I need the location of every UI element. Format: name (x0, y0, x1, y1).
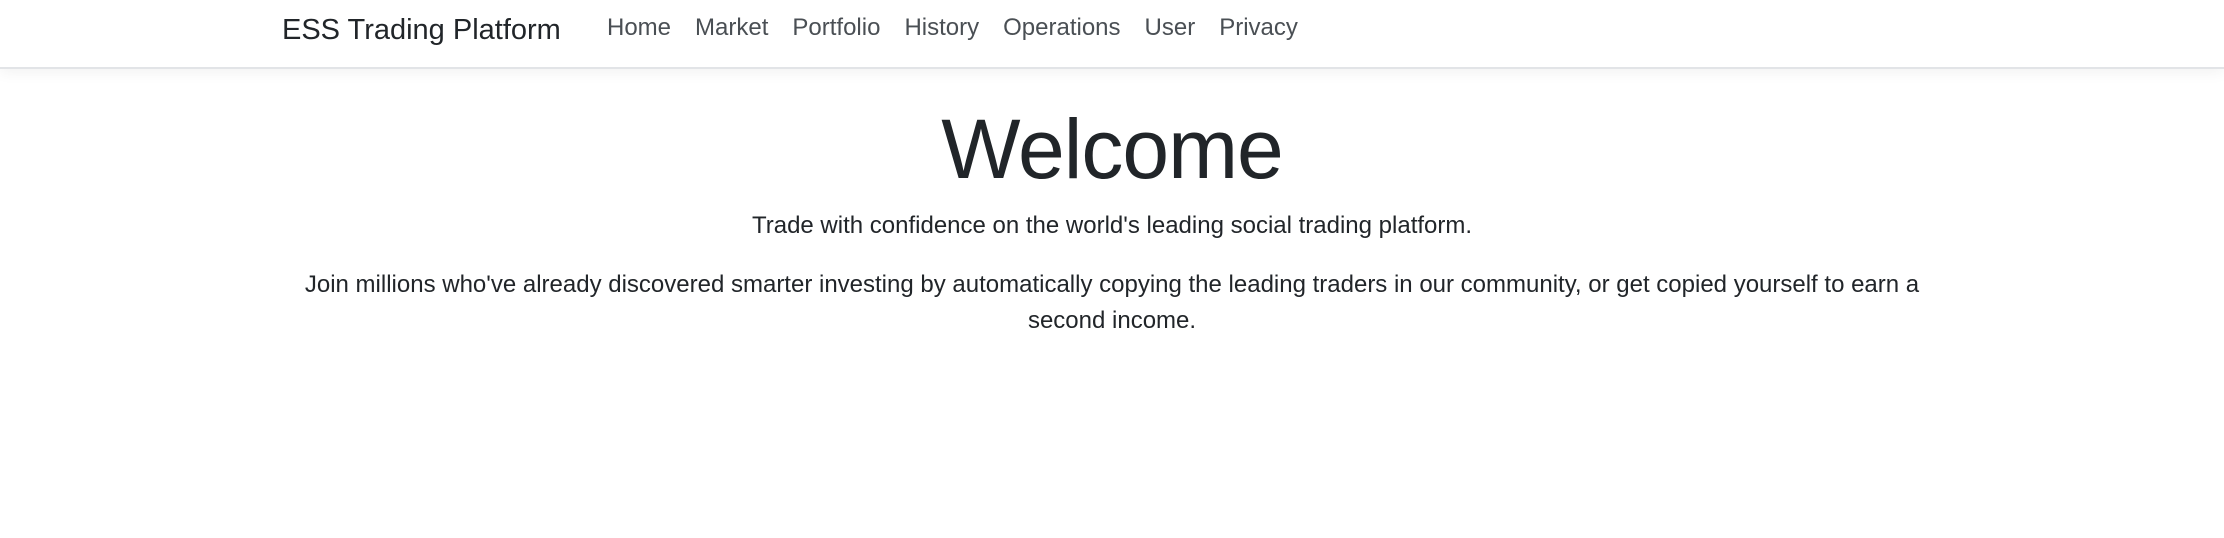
nav-menu: Home Market Portfolio History Operations… (607, 12, 1322, 44)
nav-link-operations[interactable]: Operations (1003, 12, 1120, 44)
brand-link[interactable]: ESS Trading Platform (282, 12, 561, 48)
main-content: Welcome Trade with confidence on the wor… (0, 71, 2224, 339)
nav-link-history[interactable]: History (904, 12, 979, 44)
nav-link-privacy[interactable]: Privacy (1219, 12, 1298, 44)
description-text: Join millions who've already discovered … (304, 271, 1920, 334)
tagline-text: Trade with confidence on the world's lea… (751, 212, 1473, 239)
nav-link-portfolio[interactable]: Portfolio (792, 12, 880, 44)
page-title: Welcome (941, 102, 1284, 196)
nav-link-home[interactable]: Home (607, 12, 671, 44)
nav-link-market[interactable]: Market (695, 12, 768, 44)
nav-link-user[interactable]: User (1145, 12, 1196, 44)
top-navbar: ESS Trading Platform Home Market Portfol… (0, 0, 2224, 69)
